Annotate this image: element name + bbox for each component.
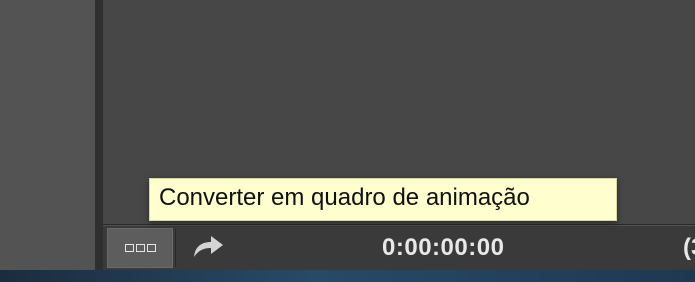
panel-divider[interactable]	[95, 0, 103, 274]
tooltip: Converter em quadro de animação	[149, 178, 617, 221]
frame-rate-display: (3	[683, 234, 695, 261]
convert-frame-animation-icon	[124, 244, 156, 252]
timeline-bottom-bar: 0:00:00:00 (3	[103, 224, 695, 271]
tooltip-text: Converter em quadro de animação	[159, 184, 530, 211]
button-separator	[175, 229, 176, 267]
timecode-display: 0:00:00:00	[382, 234, 505, 261]
os-taskbar	[0, 270, 695, 282]
left-panel	[0, 0, 95, 274]
share-arrow-icon	[190, 232, 226, 265]
share-button[interactable]	[189, 233, 227, 263]
convert-to-frame-animation-button[interactable]	[107, 228, 173, 268]
